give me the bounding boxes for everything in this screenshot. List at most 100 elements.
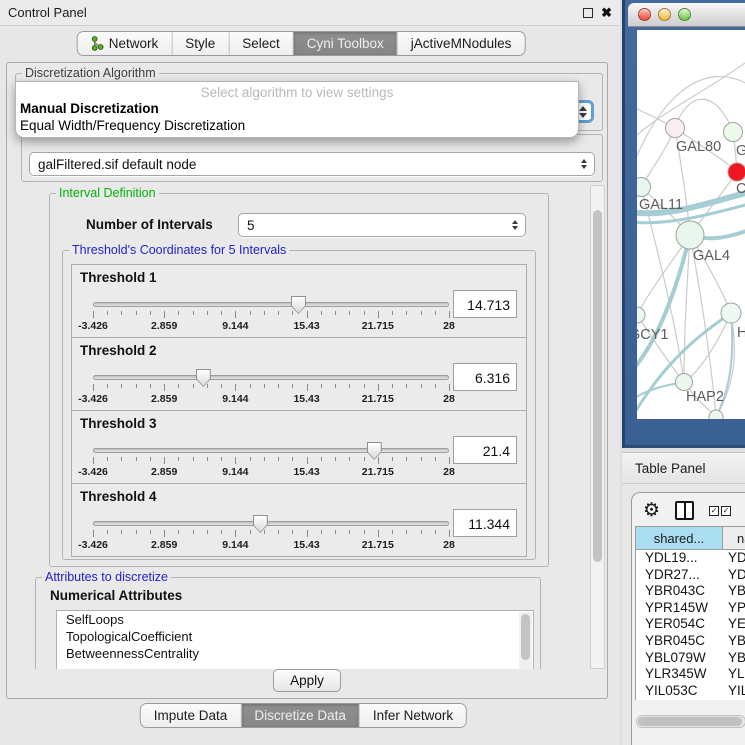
threshold-value-field[interactable]: 21.4 bbox=[453, 436, 517, 464]
tab-style[interactable]: Style bbox=[172, 32, 229, 55]
table-row[interactable]: YDR27...YDR2 bbox=[636, 567, 745, 584]
close-icon[interactable]: ✖ bbox=[601, 8, 612, 18]
tab-jactivemnodules[interactable]: jActiveMNodules bbox=[398, 32, 525, 55]
table-data-combobox[interactable]: galFiltered.sif default node bbox=[29, 152, 595, 176]
thresholds-group: Threshold's Coordinates for 5 Intervals … bbox=[62, 250, 536, 560]
table-panel-title: Table Panel bbox=[635, 461, 706, 476]
network-canvas[interactable]: GAL80GACGAL11GAL4GCY1HHAP2 bbox=[637, 30, 745, 419]
number-of-intervals-combobox[interactable]: 5 bbox=[238, 213, 526, 237]
slider-track[interactable] bbox=[93, 302, 449, 307]
algorithm-option-equal-width[interactable]: Equal Width/Frequency Discretization bbox=[16, 117, 578, 134]
slider-ticks bbox=[93, 384, 449, 392]
tick-label: -3.426 bbox=[78, 539, 108, 551]
table-toolbar: ⚙ ✓ ✓ bbox=[632, 493, 745, 526]
table-row[interactable]: YIL053CYIL0 bbox=[636, 683, 745, 700]
tab-label: Infer Network bbox=[373, 708, 453, 723]
tab-label: jActiveMNodules bbox=[411, 36, 512, 51]
top-tab-bar: Network Style Select Cyni Toolbox jActiveMNo… bbox=[77, 31, 526, 56]
slider-track[interactable] bbox=[93, 521, 449, 526]
checkbox-icon[interactable]: ✓ bbox=[709, 506, 719, 516]
attributes-group-title: Attributes to discretize bbox=[42, 570, 171, 584]
combobox-stepper-icon bbox=[507, 220, 525, 230]
combobox-stepper-icon bbox=[576, 159, 594, 169]
network-node-gal4[interactable] bbox=[676, 221, 704, 249]
table-column-header[interactable]: na bbox=[723, 527, 745, 549]
tab-label: Select bbox=[242, 36, 280, 51]
tick-label: 28 bbox=[443, 466, 455, 478]
tab-label: Style bbox=[185, 36, 215, 51]
algorithm-option-manual[interactable]: Manual Discretization bbox=[16, 100, 578, 117]
threshold-value-field[interactable]: 14.713 bbox=[453, 290, 517, 318]
threshold-slider[interactable]: -3.4262.8599.14415.4321.71528 bbox=[93, 521, 449, 551]
window-title: Control Panel bbox=[8, 5, 87, 20]
algorithm-dropdown-popup: Select algorithm to view settings Manual… bbox=[15, 81, 579, 138]
tab-label: Cyni Toolbox bbox=[307, 36, 384, 51]
table-settings-gear-icon[interactable]: ⚙ bbox=[643, 502, 660, 520]
tick-label: 28 bbox=[443, 539, 455, 551]
right-region: GAL80GACGAL11GAL4GCY1HHAP2 Table Panel ⚙… bbox=[622, 0, 745, 745]
network-window-titlebar bbox=[628, 3, 745, 27]
threshold-label: Threshold 3 bbox=[80, 416, 157, 431]
numerical-attributes-list[interactable]: SelfLoopsTopologicalCoefficientBetweenne… bbox=[56, 610, 534, 669]
network-node-gal80[interactable] bbox=[666, 119, 685, 138]
table-row[interactable]: YLR345WYLR3 bbox=[636, 666, 745, 683]
slider-track[interactable] bbox=[93, 375, 449, 380]
threshold-value-field[interactable]: 6.316 bbox=[453, 363, 517, 391]
table-row[interactable]: YER054CYER0 bbox=[636, 616, 745, 633]
table-row[interactable]: YBL079WYBL0 bbox=[636, 650, 745, 667]
settings-scroll-area: Interval Definition Number of Intervals … bbox=[15, 185, 605, 669]
zoom-traffic-light-icon[interactable] bbox=[678, 8, 691, 21]
settings-scrollbar[interactable] bbox=[590, 185, 605, 669]
tab-discretize-data[interactable]: Discretize Data bbox=[241, 704, 360, 727]
table-cell: YER0 bbox=[723, 616, 745, 633]
algorithm-popup-hint: Select algorithm to view settings bbox=[16, 82, 578, 100]
attributes-list-scrollbar[interactable] bbox=[519, 612, 532, 669]
node-label: HAP2 bbox=[686, 389, 724, 405]
network-node[interactable] bbox=[709, 410, 723, 419]
stepper-up-icon bbox=[579, 106, 587, 111]
apply-button[interactable]: Apply bbox=[273, 669, 341, 692]
float-window-icon[interactable] bbox=[583, 8, 593, 18]
attribute-item[interactable]: BetweennessCentrality bbox=[57, 645, 533, 662]
tab-cyni-toolbox[interactable]: Cyni Toolbox bbox=[294, 32, 398, 55]
threshold-slider[interactable]: -3.4262.8599.14415.4321.71528 bbox=[93, 302, 449, 332]
tick-label: 21.715 bbox=[362, 466, 394, 478]
threshold-value-field[interactable]: 11.344 bbox=[453, 509, 517, 537]
table-row[interactable]: YPR145WYPR1 bbox=[636, 600, 745, 617]
table-data-group: Table Data galFiltered.sif default node bbox=[21, 134, 603, 182]
tick-label: -3.426 bbox=[78, 320, 108, 332]
table-cell: YIL0 bbox=[723, 683, 745, 700]
checkbox-icon[interactable]: ✓ bbox=[721, 506, 731, 516]
table-row[interactable]: YBR043CYBR0 bbox=[636, 583, 745, 600]
table-column-header[interactable]: shared... bbox=[636, 527, 723, 549]
tab-network[interactable]: Network bbox=[78, 32, 173, 55]
threshold-panel-3: Threshold 3 -3.4262.8599.14415.4321.71528… bbox=[71, 410, 527, 484]
attribute-item[interactable]: TopologicalCoefficient bbox=[57, 628, 533, 645]
tab-impute-data[interactable]: Impute Data bbox=[141, 704, 242, 727]
network-node-gcy1[interactable] bbox=[637, 307, 645, 323]
network-node-h[interactable] bbox=[721, 303, 741, 323]
table-row[interactable]: YBR045CYBR0 bbox=[636, 633, 745, 650]
tick-label: 28 bbox=[443, 393, 455, 405]
number-of-intervals-label: Number of Intervals bbox=[86, 217, 213, 232]
table-rows: YDL19...YDL1YDR27...YDR2YBR043CYBR0YPR14… bbox=[636, 550, 745, 700]
table-row[interactable]: YDL19...YDL1 bbox=[636, 550, 745, 567]
threshold-slider[interactable]: -3.4262.8599.14415.4321.71528 bbox=[93, 448, 449, 478]
network-edge[interactable] bbox=[684, 313, 731, 382]
slider-track[interactable] bbox=[93, 448, 449, 453]
close-traffic-light-icon[interactable] bbox=[638, 8, 651, 21]
threshold-slider[interactable]: -3.4262.8599.14415.4321.71528 bbox=[93, 375, 449, 405]
attribute-item[interactable]: SelfLoops bbox=[57, 611, 533, 628]
network-node-hap2[interactable] bbox=[676, 374, 693, 391]
table-horizontal-scrollbar[interactable] bbox=[636, 715, 745, 728]
network-node-ga[interactable] bbox=[724, 123, 743, 142]
node-label: C bbox=[736, 181, 745, 197]
threshold-label: Threshold 4 bbox=[80, 489, 157, 504]
threshold-panel-1: Threshold 1-3.4262.8599.14415.4321.71528… bbox=[71, 264, 527, 338]
tab-select[interactable]: Select bbox=[229, 32, 294, 55]
network-node-c[interactable] bbox=[728, 163, 745, 181]
minimize-traffic-light-icon[interactable] bbox=[658, 8, 671, 21]
split-columns-icon[interactable] bbox=[675, 501, 694, 520]
tab-infer-network[interactable]: Infer Network bbox=[360, 704, 466, 727]
node-label: GAL11 bbox=[639, 197, 683, 213]
